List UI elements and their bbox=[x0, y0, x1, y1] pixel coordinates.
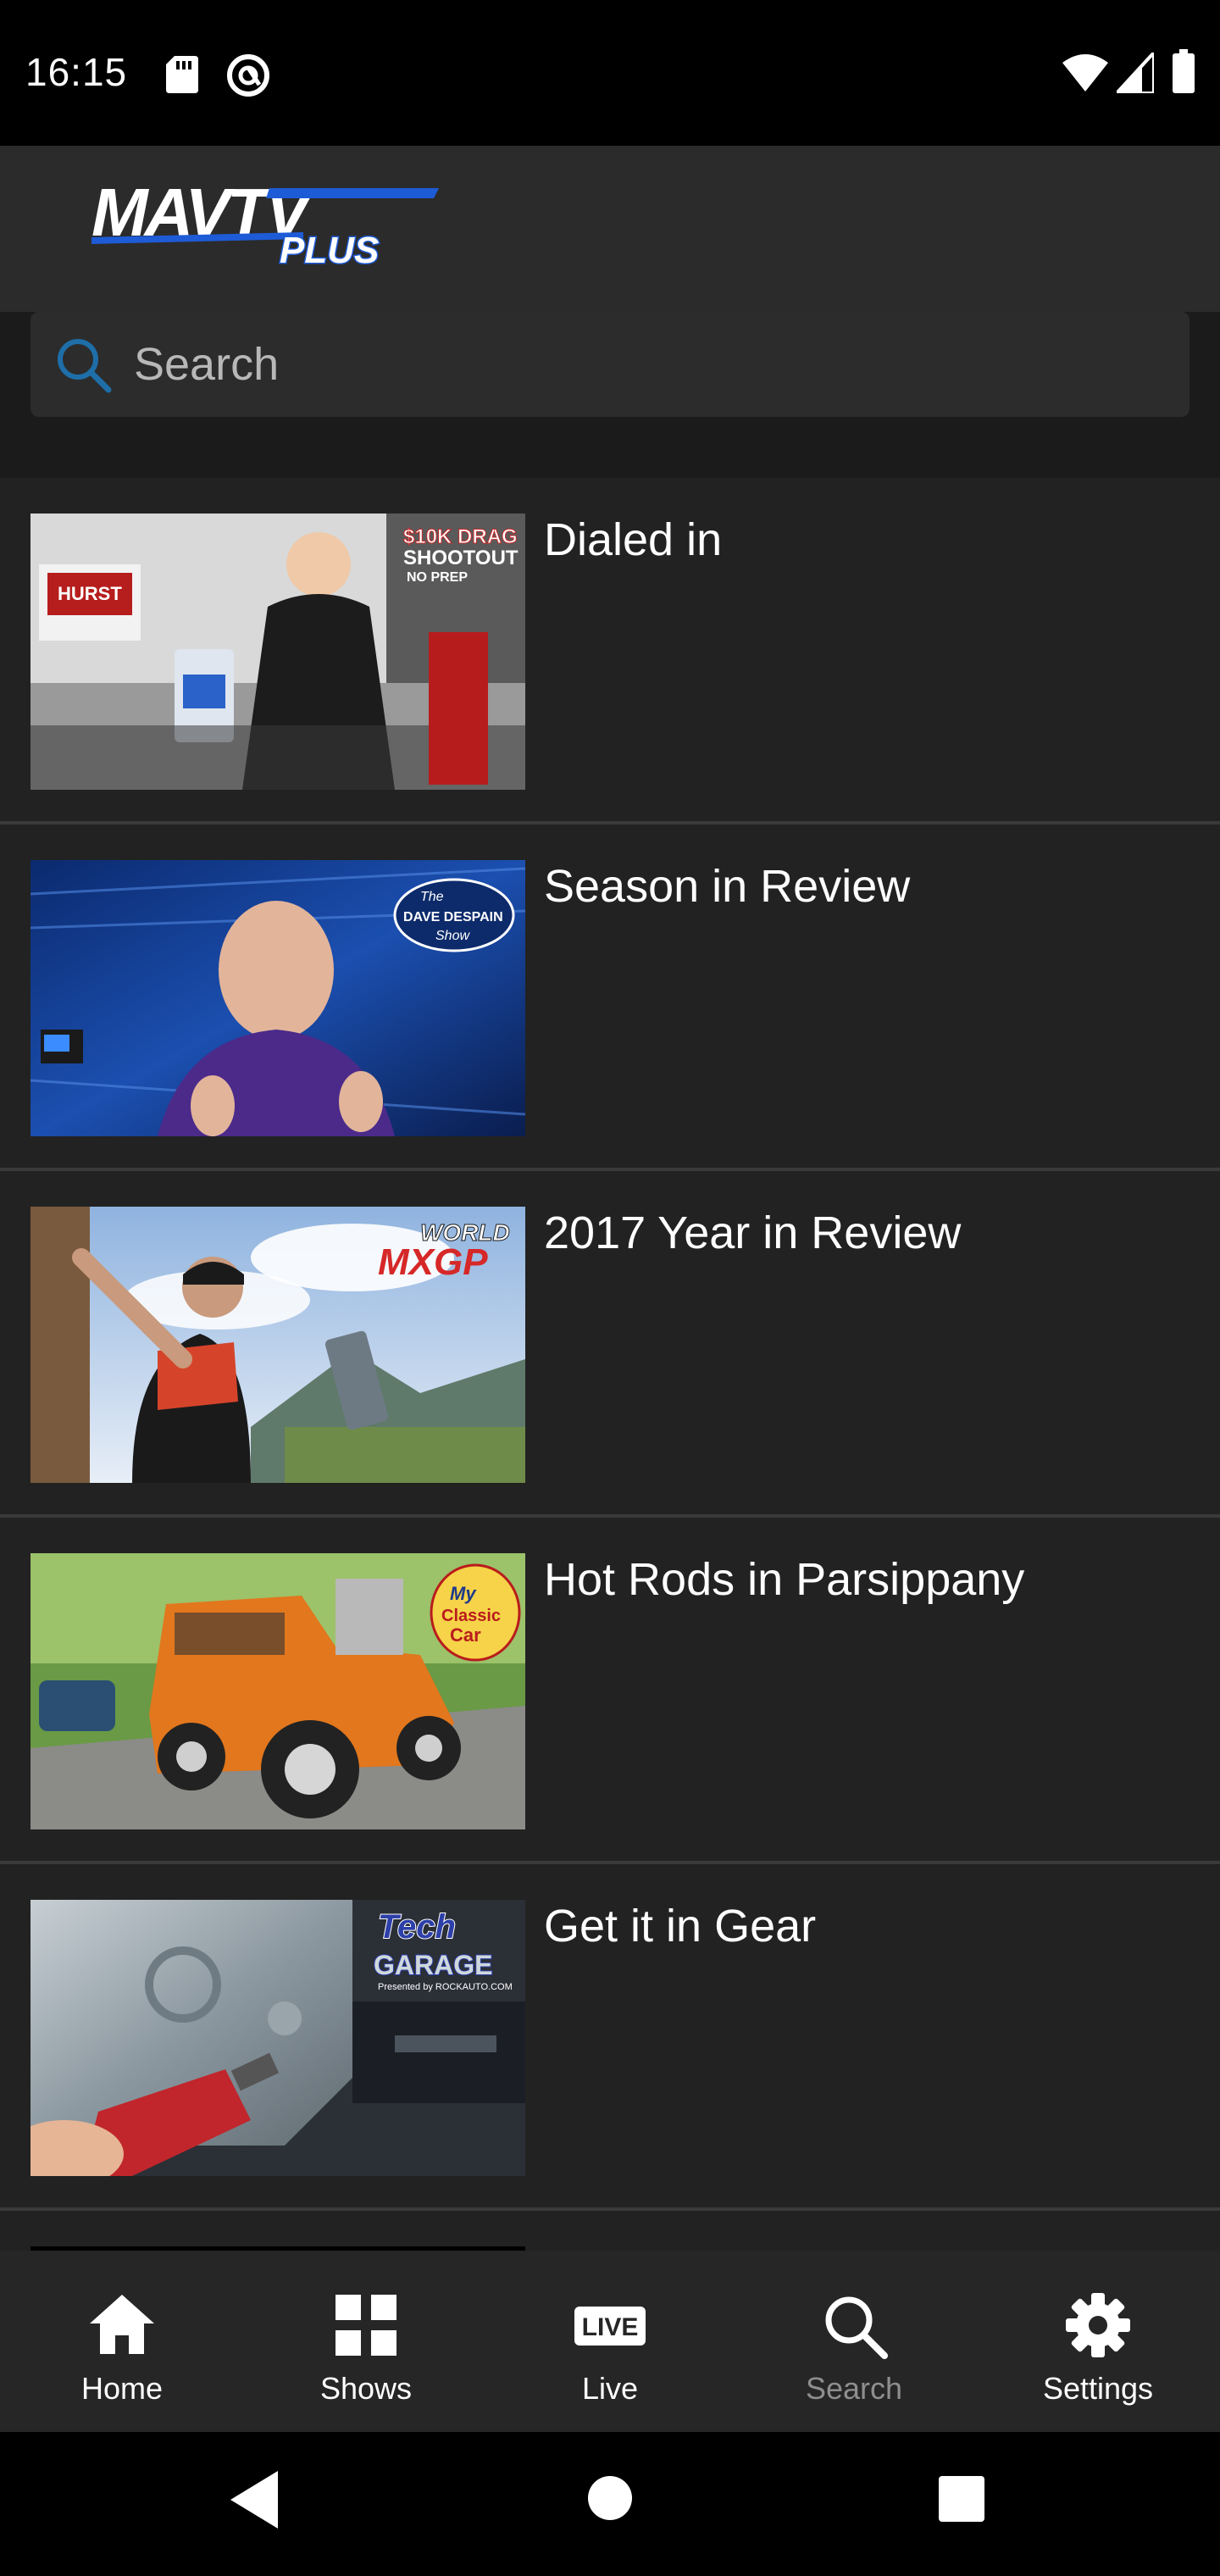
svg-text:GARAGE: GARAGE bbox=[374, 1950, 492, 1980]
tech-garage-thumbnail[interactable]: Tech GARAGE Presented by ROCKAUTO.COM bbox=[30, 1900, 525, 2176]
svg-text:My: My bbox=[450, 1583, 477, 1604]
list-item[interactable]: The DAVE DESPAIN Show Season in Review bbox=[0, 824, 1220, 1171]
my-classic-car-thumbnail[interactable]: My Classic Car bbox=[30, 1553, 525, 1829]
search-icon bbox=[825, 2296, 888, 2359]
svg-text:DAVE DESPAIN: DAVE DESPAIN bbox=[403, 910, 503, 924]
search-input[interactable] bbox=[134, 312, 1151, 417]
svg-text:$10K DRAG: $10K DRAG bbox=[403, 525, 518, 548]
nav-settings[interactable]: Settings bbox=[976, 2251, 1220, 2432]
svg-text:Car: Car bbox=[450, 1624, 481, 1646]
episode-list: HURST $10K DRAG SHOOTOUT NO PREP Dialed … bbox=[0, 478, 1220, 2264]
list-item[interactable]: HURST $10K DRAG SHOOTOUT NO PREP Dialed … bbox=[0, 478, 1220, 824]
nav-search[interactable]: Search bbox=[732, 2251, 976, 2432]
signal-icon bbox=[1117, 53, 1154, 93]
nav-home[interactable]: Home bbox=[0, 2251, 244, 2432]
item-title[interactable]: Season in Review bbox=[544, 860, 910, 913]
list-item[interactable]: Tech GARAGE Presented by ROCKAUTO.COM Ge… bbox=[0, 1864, 1220, 2211]
status-bar: 16:15 bbox=[0, 0, 1220, 146]
back-icon[interactable] bbox=[230, 2471, 281, 2529]
svg-text:HURST: HURST bbox=[58, 583, 122, 604]
svg-text:MXGP: MXGP bbox=[378, 1241, 488, 1283]
nav-live[interactable]: LIVE Live bbox=[488, 2251, 732, 2432]
svg-text:The: The bbox=[420, 890, 444, 904]
list-item[interactable]: My Classic Car Hot Rods in Parsippany bbox=[0, 1518, 1220, 1864]
drag-shootout-mechanic-thumbnail[interactable]: HURST $10K DRAG SHOOTOUT NO PREP bbox=[30, 514, 525, 790]
item-title[interactable]: 2017 Year in Review bbox=[544, 1207, 961, 1259]
home-circle-icon[interactable] bbox=[588, 2476, 632, 2520]
world-mxgp-thumbnail[interactable]: WORLD MXGP bbox=[30, 1207, 525, 1483]
item-title[interactable]: Get it in Gear bbox=[544, 1900, 816, 1952]
grid-icon bbox=[336, 2295, 396, 2356]
list-item[interactable]: WORLD MXGP 2017 Year in Review bbox=[0, 1171, 1220, 1518]
item-title[interactable]: Dialed in bbox=[544, 514, 722, 566]
search-icon bbox=[58, 339, 112, 393]
system-navigation-bar bbox=[0, 2432, 1220, 2576]
svg-text:PLUS: PLUS bbox=[280, 230, 379, 268]
nav-shows[interactable]: Shows bbox=[244, 2251, 488, 2432]
svg-text:SHOOTOUT: SHOOTOUT bbox=[403, 547, 518, 569]
nav-label-search: Search bbox=[805, 2371, 903, 2406]
dave-despain-show-thumbnail[interactable]: The DAVE DESPAIN Show bbox=[30, 860, 525, 1136]
svg-text:Presented by ROCKAUTO.COM: Presented by ROCKAUTO.COM bbox=[378, 1982, 513, 1992]
search-area bbox=[0, 312, 1220, 478]
wifi-icon bbox=[1062, 54, 1108, 92]
svg-text:Show: Show bbox=[435, 929, 470, 943]
nav-label-settings: Settings bbox=[1042, 2371, 1154, 2406]
live-icon: LIVE bbox=[574, 2307, 646, 2346]
nav-label-home: Home bbox=[80, 2371, 164, 2406]
app-header: MAVTV PLUS bbox=[0, 146, 1220, 312]
mavtv-plus-logo[interactable]: MAVTV PLUS bbox=[92, 183, 439, 268]
status-time: 16:15 bbox=[25, 50, 128, 94]
sd-card-icon bbox=[166, 56, 198, 93]
battery-icon bbox=[1173, 49, 1195, 93]
svg-text:NO PREP: NO PREP bbox=[407, 570, 468, 585]
bottom-navigation: Home Shows LIVE Live Search Settings bbox=[0, 2251, 1220, 2432]
svg-text:Tech: Tech bbox=[378, 1908, 456, 1946]
nav-label-shows: Shows bbox=[319, 2371, 413, 2406]
home-icon bbox=[90, 2295, 154, 2354]
data-saver-icon bbox=[227, 54, 269, 97]
svg-text:Classic: Classic bbox=[441, 1607, 501, 1625]
svg-text:LIVE: LIVE bbox=[582, 2313, 639, 2341]
nav-label-live: Live bbox=[581, 2371, 639, 2406]
search-box[interactable] bbox=[30, 312, 1190, 417]
item-title[interactable]: Hot Rods in Parsippany bbox=[544, 1553, 1024, 1606]
gear-icon bbox=[1066, 2293, 1130, 2357]
recents-icon[interactable] bbox=[939, 2476, 984, 2522]
